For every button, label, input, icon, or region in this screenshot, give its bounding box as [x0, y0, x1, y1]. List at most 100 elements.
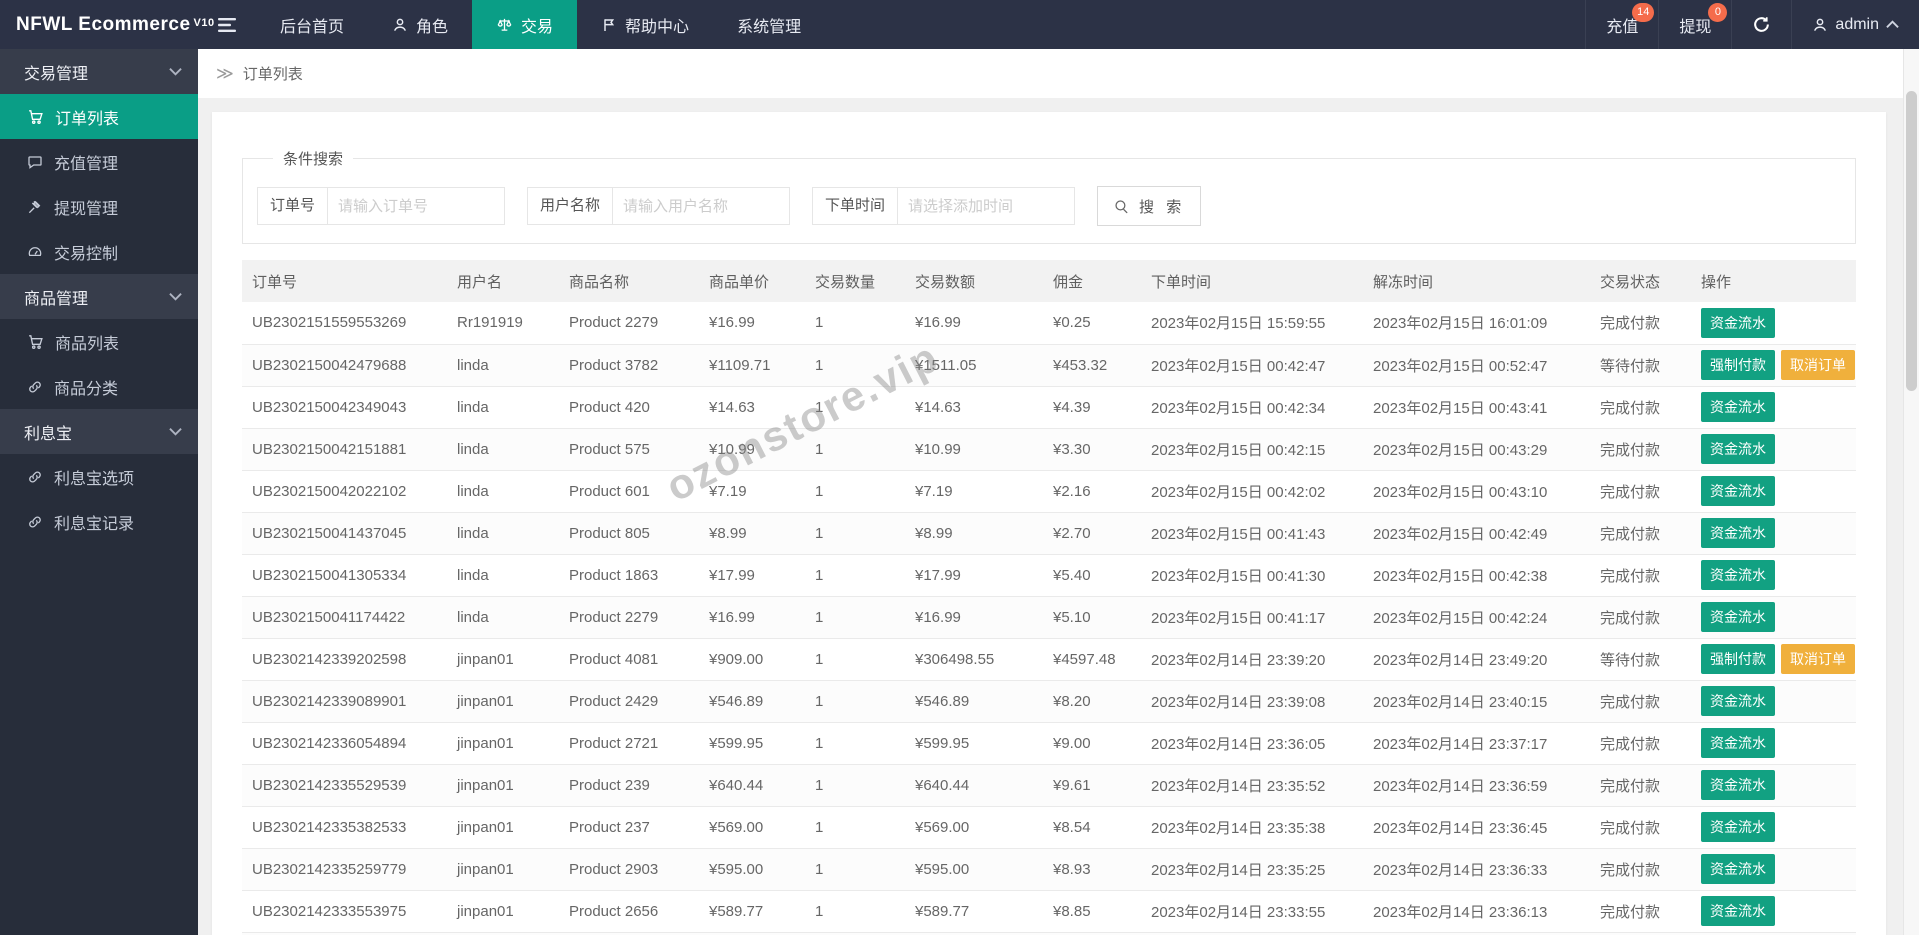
col-order-no: 订单号: [242, 260, 447, 302]
force-pay-button[interactable]: 强制付款: [1701, 644, 1775, 674]
search-panel-legend: 条件搜索: [283, 151, 344, 168]
fund-flow-button[interactable]: 资金流水: [1701, 392, 1775, 422]
cell-actions: 资金流水: [1691, 512, 1856, 555]
fund-flow-button[interactable]: 资金流水: [1701, 560, 1775, 590]
sidebar-item-interest-options[interactable]: 利息宝选项: [0, 454, 198, 499]
cell-username: Rr191919: [447, 302, 559, 345]
nav-item-dashboard[interactable]: 后台首页: [256, 0, 368, 49]
fund-flow-button[interactable]: 资金流水: [1701, 518, 1775, 548]
recharge-badge: 14: [1632, 3, 1655, 22]
page-title: 订单列表: [242, 66, 303, 83]
table-row: UB2302151559553269 Rr191919 Product 2279 ¥1…: [242, 302, 1856, 345]
fund-flow-button[interactable]: 资金流水: [1701, 686, 1775, 716]
cell-order-no: UB2302150042479688: [242, 344, 447, 387]
cell-username: linda: [447, 344, 559, 387]
sidebar-item-product-category[interactable]: 商品分类: [0, 364, 198, 409]
table-row: UB2302150041437045 linda Product 805 ¥8.99 1…: [242, 512, 1856, 555]
cell-price: ¥569.00: [699, 806, 805, 849]
cell-price: ¥599.95: [699, 722, 805, 765]
nav-item-system[interactable]: 系统管理: [713, 0, 825, 49]
cell-price: ¥8.99: [699, 512, 805, 555]
sidebar-item-order-list[interactable]: 订单列表: [0, 94, 198, 139]
cancel-order-button[interactable]: 取消订单: [1781, 350, 1855, 380]
fund-flow-button[interactable]: 资金流水: [1701, 896, 1775, 926]
sidebar-group-trade-management[interactable]: 交易管理: [0, 49, 198, 94]
user-menu[interactable]: admin: [1791, 0, 1919, 49]
cell-username: linda: [447, 512, 559, 555]
sidebar-item-label: 商品分类: [54, 380, 119, 398]
username-input[interactable]: [612, 187, 791, 225]
cell-commission: ¥9.61: [1043, 764, 1141, 807]
cell-order-time: 2023年02月14日 23:35:25: [1141, 848, 1363, 891]
cell-qty: 1: [805, 554, 905, 597]
nav-item-roles[interactable]: 角色: [368, 0, 472, 49]
cell-order-time: 2023年02月15日 00:41:43: [1141, 512, 1363, 555]
cell-qty: 1: [805, 470, 905, 513]
sidebar-group-interest-treasure[interactable]: 利息宝: [0, 409, 198, 454]
search-icon: [1113, 198, 1130, 215]
cell-price: ¥589.77: [699, 890, 805, 933]
col-qty: 交易数量: [805, 260, 905, 302]
cell-username: jinpan01: [447, 848, 559, 891]
cell-commission: ¥8.54: [1043, 806, 1141, 849]
force-pay-button[interactable]: 强制付款: [1701, 350, 1775, 380]
cell-order-no: UB2302142333553975: [242, 890, 447, 933]
status-text: 完成付款: [1590, 554, 1691, 597]
status-text: 完成付款: [1590, 890, 1691, 933]
cell-amount: ¥8.99: [905, 512, 1043, 555]
cell-order-no: UB2302150041437045: [242, 512, 447, 555]
table-row: UB2302142339202598 jinpan01 Product 4081 ¥9…: [242, 638, 1856, 681]
sidebar-item-interest-records[interactable]: 利息宝记录: [0, 499, 198, 544]
table-row: UB2302142333553975 jinpan01 Product 2656 ¥5…: [242, 890, 1856, 933]
sidebar-item-withdraw-management[interactable]: 提现管理: [0, 184, 198, 229]
table-row: UB2302150042151881 linda Product 575 ¥10.99…: [242, 428, 1856, 471]
cell-actions: 资金流水: [1691, 386, 1856, 429]
cell-order-time: 2023年02月15日 00:42:47: [1141, 344, 1363, 387]
sidebar-item-trade-control[interactable]: 交易控制: [0, 229, 198, 274]
cell-commission: ¥8.93: [1043, 848, 1141, 891]
fund-flow-button[interactable]: 资金流水: [1701, 602, 1775, 632]
nav-label: 帮助中心: [625, 18, 690, 36]
fund-flow-button[interactable]: 资金流水: [1701, 307, 1775, 338]
col-username: 用户名: [447, 260, 559, 302]
cell-product: Product 2656: [559, 890, 699, 933]
withdraw-button[interactable]: 提现 0: [1658, 0, 1731, 49]
search-button[interactable]: 搜 索: [1097, 186, 1202, 226]
cell-price: ¥7.19: [699, 470, 805, 513]
cell-amount: ¥16.99: [905, 596, 1043, 639]
fund-flow-button[interactable]: 资金流水: [1701, 812, 1775, 842]
cell-username: jinpan01: [447, 638, 559, 681]
fund-flow-button[interactable]: 资金流水: [1701, 728, 1775, 758]
table-row: UB2302150042479688 linda Product 3782 ¥1109…: [242, 344, 1856, 387]
recharge-button[interactable]: 充值 14: [1585, 0, 1658, 49]
table-row: UB2302142335529539 jinpan01 Product 239 ¥64…: [242, 764, 1856, 807]
sidebar-item-product-list[interactable]: 商品列表: [0, 319, 198, 364]
scrollbar-thumb[interactable]: [1906, 91, 1917, 391]
sidebar-group-product-management[interactable]: 商品管理: [0, 274, 198, 319]
flag-icon: [601, 17, 617, 33]
fund-flow-button[interactable]: 资金流水: [1701, 476, 1775, 506]
chevron-down-icon: [169, 67, 182, 76]
col-order-time: 下单时间: [1141, 260, 1363, 302]
status-text: 完成付款: [1590, 722, 1691, 765]
cell-product: Product 575: [559, 428, 699, 471]
cell-order-time: 2023年02月14日 23:33:55: [1141, 890, 1363, 933]
cell-commission: ¥8.20: [1043, 680, 1141, 723]
sidebar-item-recharge-management[interactable]: 充值管理: [0, 139, 198, 184]
cell-unfreeze-time: 2023年02月14日 23:36:59: [1363, 764, 1590, 807]
cancel-order-button[interactable]: 取消订单: [1781, 644, 1855, 674]
fund-flow-button[interactable]: 资金流水: [1701, 434, 1775, 464]
table-row: UB2302142335382533 jinpan01 Product 237 ¥56…: [242, 806, 1856, 849]
nav-item-help-center[interactable]: 帮助中心: [577, 0, 713, 49]
nav-item-trade[interactable]: 交易: [472, 0, 578, 49]
cell-order-time: 2023年02月14日 23:39:20: [1141, 638, 1363, 681]
page-scrollbar[interactable]: [1903, 49, 1919, 935]
fund-flow-button[interactable]: 资金流水: [1701, 854, 1775, 884]
refresh-button[interactable]: [1731, 0, 1791, 49]
cell-amount: ¥1511.05: [905, 344, 1043, 387]
cell-commission: ¥3.30: [1043, 428, 1141, 471]
order-time-input[interactable]: [897, 187, 1076, 225]
cell-commission: ¥2.16: [1043, 470, 1141, 513]
fund-flow-button[interactable]: 资金流水: [1701, 770, 1775, 800]
order-no-input[interactable]: [327, 187, 506, 225]
